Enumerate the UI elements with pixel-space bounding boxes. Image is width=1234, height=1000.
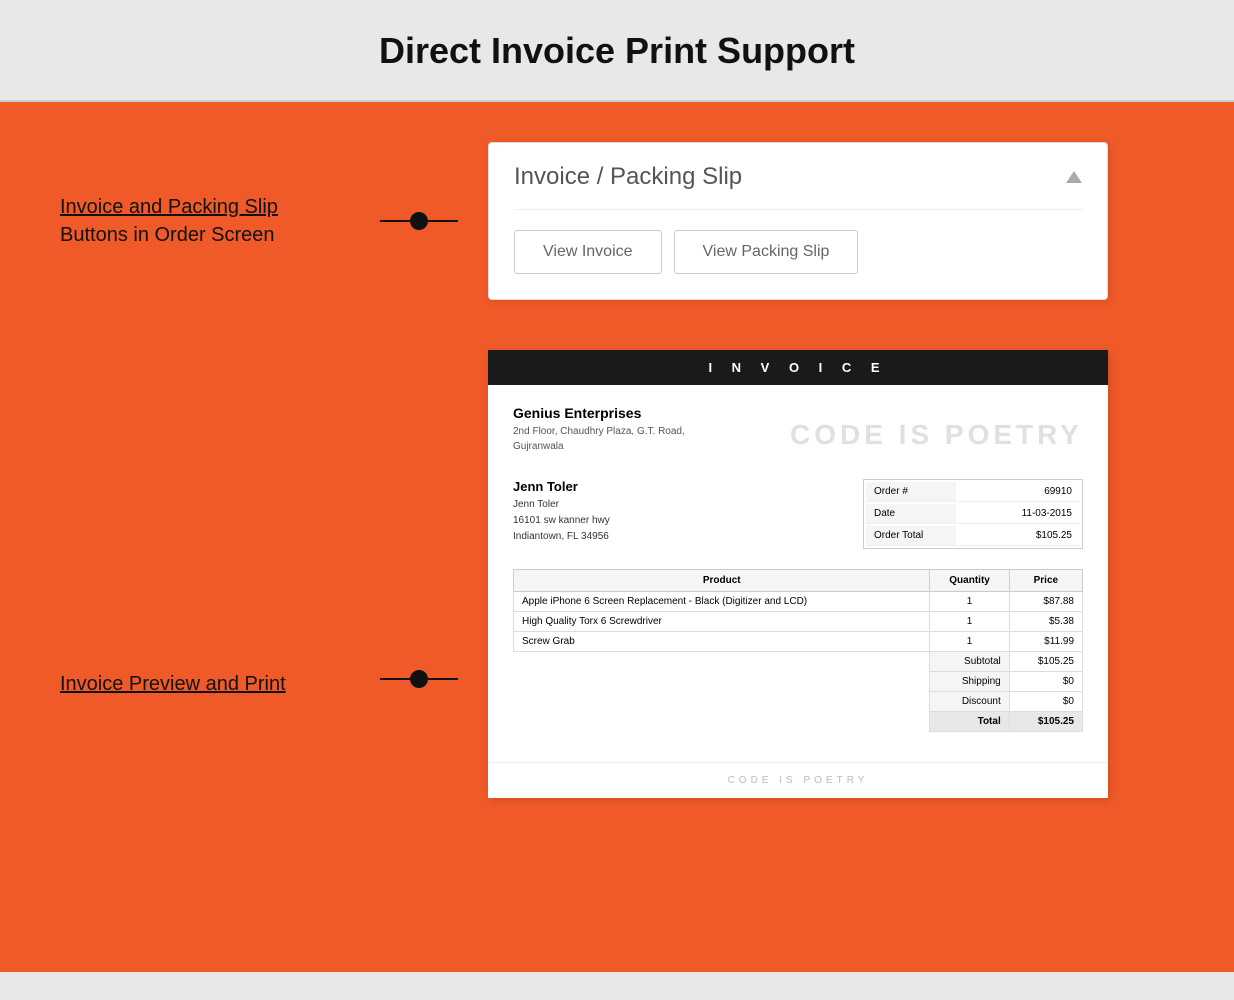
invoice-top: Genius Enterprises 2nd Floor, Chaudhry P… [513, 405, 1083, 454]
product-name: Screw Grab [514, 632, 930, 652]
page-header: Direct Invoice Print Support [0, 0, 1234, 102]
totals-shipping-row: Shipping $0 [514, 672, 1083, 692]
order-number-value: 69910 [958, 482, 1080, 502]
products-table: Product Quantity Price Apple iPhone 6 Sc… [513, 569, 1083, 732]
connector-1 [380, 212, 458, 230]
order-number-row: Order # 69910 [866, 482, 1080, 502]
subtotal-label: Subtotal [930, 652, 1009, 672]
invoice-body: Genius Enterprises 2nd Floor, Chaudhry P… [488, 385, 1108, 752]
connector-line [380, 220, 410, 222]
section-invoice: Invoice Preview and Print I N V O I C E … [60, 350, 1174, 798]
product-quantity: 1 [930, 592, 1009, 612]
main-area: Invoice and Packing Slip Buttons in Orde… [0, 102, 1234, 972]
order-panel: Invoice / Packing Slip View Invoice View… [488, 142, 1108, 300]
product-price: $11.99 [1009, 632, 1082, 652]
invoice-header-bar: I N V O I C E [488, 350, 1108, 385]
date-value: 11-03-2015 [958, 504, 1080, 524]
section-order-label-line2: Buttons in Order Screen [60, 224, 275, 246]
product-quantity: 1 [930, 612, 1009, 632]
invoice-customer-section: Jenn Toler Jenn Toler 16101 sw kanner hw… [513, 479, 1083, 549]
product-quantity: 1 [930, 632, 1009, 652]
order-total-row: Order Total $105.25 [866, 526, 1080, 546]
section-invoice-label-line1: Invoice Preview and Print [60, 673, 286, 695]
section-order: Invoice and Packing Slip Buttons in Orde… [60, 142, 1174, 300]
connector-dot-2 [410, 670, 428, 688]
line-item-row: Screw Grab 1 $11.99 [514, 632, 1083, 652]
invoice-footer-text: CODE IS POETRY [728, 775, 869, 786]
total-label: Total [930, 712, 1009, 732]
totals-total-row: Total $105.25 [514, 712, 1083, 732]
date-row: Date 11-03-2015 [866, 504, 1080, 524]
invoice-header-text: I N V O I C E [708, 360, 887, 375]
shipping-value: $0 [1009, 672, 1082, 692]
product-name: Apple iPhone 6 Screen Replacement - Blac… [514, 592, 930, 612]
price-col-header: Price [1009, 570, 1082, 592]
company-info: Genius Enterprises 2nd Floor, Chaudhry P… [513, 405, 685, 454]
order-number-label: Order # [866, 482, 956, 502]
company-address: 2nd Floor, Chaudhry Plaza, G.T. Road,Guj… [513, 424, 685, 454]
company-name: Genius Enterprises [513, 405, 685, 421]
line-item-row: High Quality Torx 6 Screwdriver 1 $5.38 [514, 612, 1083, 632]
product-price: $5.38 [1009, 612, 1082, 632]
view-invoice-button[interactable]: View Invoice [514, 230, 662, 274]
discount-value: $0 [1009, 692, 1082, 712]
customer-line3: Indiantown, FL 34956 [513, 531, 609, 542]
discount-label: Discount [930, 692, 1009, 712]
customer-name: Jenn Toler [513, 479, 610, 494]
section-invoice-label: Invoice Preview and Print [60, 670, 380, 698]
view-packing-slip-button[interactable]: View Packing Slip [674, 230, 859, 274]
total-value: $105.25 [1009, 712, 1082, 732]
connector-dot [410, 212, 428, 230]
watermark-text: CODE IS POETRY [790, 409, 1083, 451]
order-total-value: $105.25 [958, 526, 1080, 546]
product-name: High Quality Torx 6 Screwdriver [514, 612, 930, 632]
products-header-row: Product Quantity Price [514, 570, 1083, 592]
shipping-label: Shipping [930, 672, 1009, 692]
product-col-header: Product [514, 570, 930, 592]
section-order-label: Invoice and Packing Slip Buttons in Orde… [60, 193, 380, 249]
customer-line1: Jenn Toler [513, 499, 559, 510]
totals-subtotal-row: Subtotal $105.25 [514, 652, 1083, 672]
order-total-label: Order Total [866, 526, 956, 546]
product-price: $87.88 [1009, 592, 1082, 612]
invoice-document: I N V O I C E Genius Enterprises 2nd Flo… [488, 350, 1108, 798]
date-label: Date [866, 504, 956, 524]
customer-line2: 16101 sw kanner hwy [513, 515, 610, 526]
order-panel-header: Invoice / Packing Slip [514, 163, 1082, 210]
connector-2 [380, 670, 458, 688]
section-order-label-line1: Invoice and Packing Slip [60, 196, 278, 218]
quantity-col-header: Quantity [930, 570, 1009, 592]
page-title: Direct Invoice Print Support [20, 30, 1214, 72]
connector-line4 [428, 678, 458, 680]
line-item-row: Apple iPhone 6 Screen Replacement - Blac… [514, 592, 1083, 612]
connector-line2 [428, 220, 458, 222]
totals-discount-row: Discount $0 [514, 692, 1083, 712]
customer-details: Jenn Toler 16101 sw kanner hwy Indiantow… [513, 497, 610, 545]
collapse-icon[interactable] [1066, 171, 1082, 183]
invoice-buttons: View Invoice View Packing Slip [514, 230, 1082, 274]
invoice-footer: CODE IS POETRY [488, 762, 1108, 798]
subtotal-value: $105.25 [1009, 652, 1082, 672]
order-summary-table: Order # 69910 Date 11-03-2015 Order Tota… [863, 479, 1083, 549]
order-panel-title: Invoice / Packing Slip [514, 163, 742, 191]
connector-line3 [380, 678, 410, 680]
customer-info: Jenn Toler Jenn Toler 16101 sw kanner hw… [513, 479, 610, 545]
